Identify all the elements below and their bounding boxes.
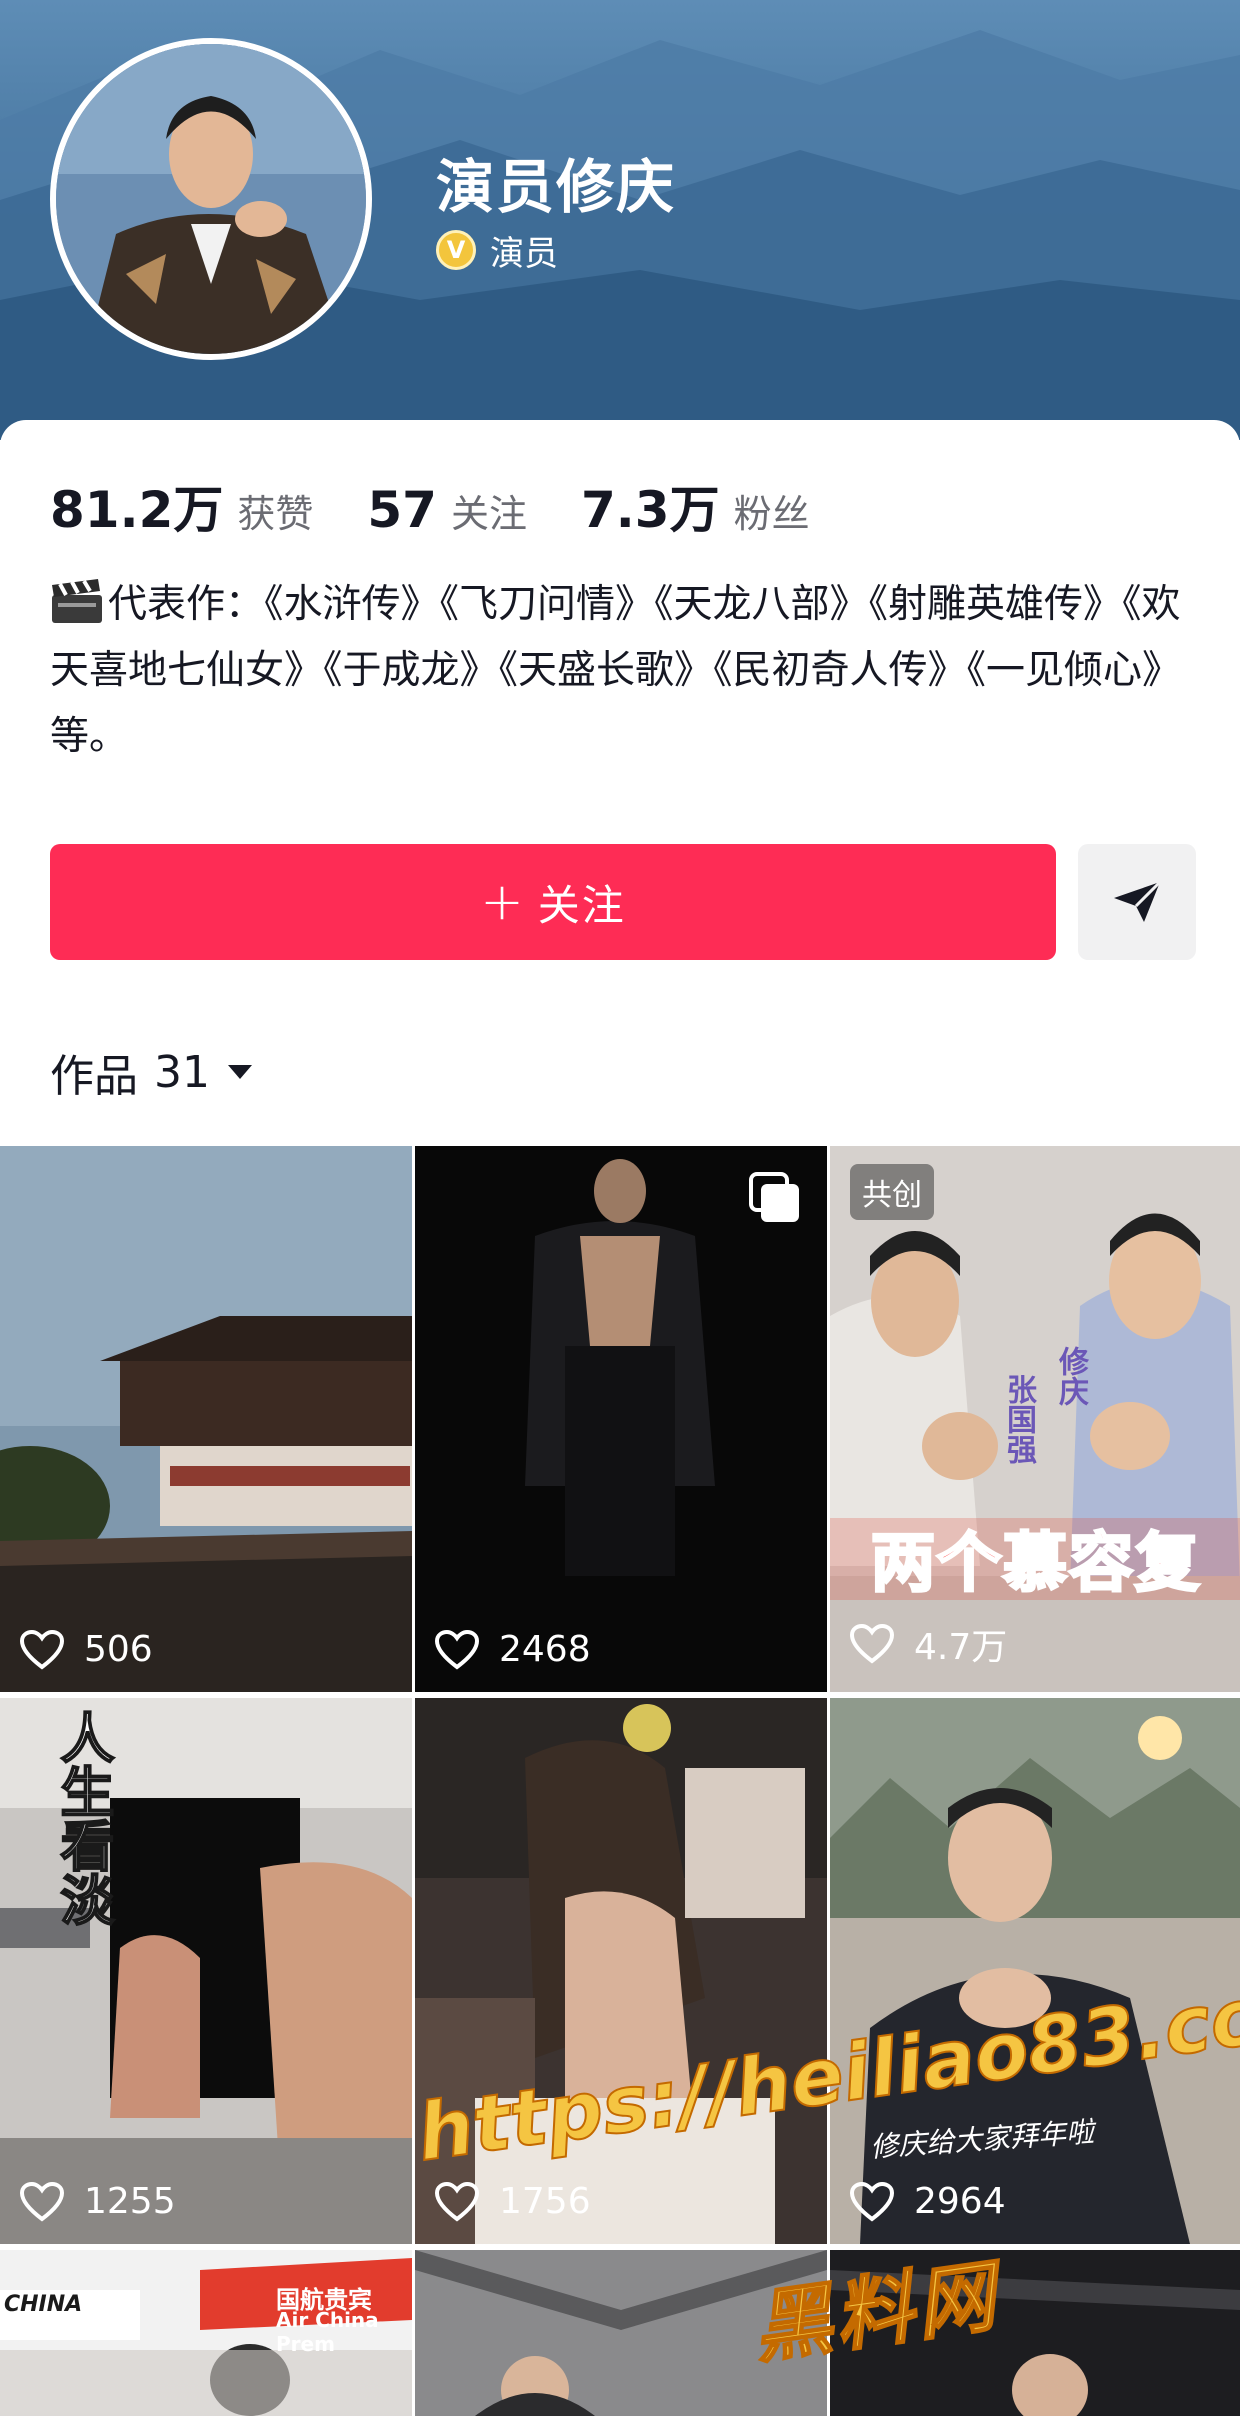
like-count-row: 4.7万 [850,1618,1007,1670]
caret-down-icon [228,1065,252,1079]
plus-icon: + [480,872,526,932]
profile-header: 演员修庆 V 演员 [0,0,1240,440]
stat-followers[interactable]: 7.3万 粉丝 [581,470,810,542]
heart-icon [20,1629,64,1670]
video-sign-subtext: Air China Prem [276,2308,379,2356]
stat-likes-value: 81.2万 [50,481,224,539]
like-count: 2468 [499,1629,591,1670]
like-count: 1255 [84,2181,176,2222]
like-count-row: 1756 [435,2181,591,2222]
profile-card: 81.2万 获赞 57 关注 7.3万 粉丝 代表作：《水浒传》《飞刀问情》《天… [0,420,1240,1140]
video-caption: 人生看淡 [50,1709,115,1927]
like-count: 506 [84,1629,153,1670]
stat-followers-value: 7.3万 [581,481,720,539]
like-count-row: 2468 [435,1629,591,1670]
like-count-row: 2964 [850,2181,1006,2222]
video-tile[interactable]: 506 [0,1146,412,1692]
avatar-image [56,44,366,354]
video-name-tag: 张国强 [1001,1374,1036,1464]
stat-followers-label: 粉丝 [733,492,810,536]
profile-name: 演员修庆 [436,153,677,221]
stat-following-label: 关注 [450,492,527,536]
tab-works-count: 31 [154,1046,210,1098]
video-tile[interactable]: 共创 张国强 修庆 两个慕容复 4.7万 [830,1146,1240,1692]
share-button[interactable] [1078,844,1196,960]
verified-icon: V [436,230,476,270]
heart-icon [435,1629,479,1670]
tab-works-label: 作品 [50,1051,138,1102]
clapperboard-icon [52,579,102,623]
like-count: 2964 [914,2181,1006,2222]
heart-icon [20,2181,64,2222]
multi-image-icon [749,1172,799,1222]
stat-likes-label: 获赞 [237,492,314,536]
cocreate-badge: 共创 [850,1164,934,1220]
video-name-tag: 修庆 [1053,1346,1088,1406]
like-count: 1756 [499,2181,591,2222]
verified-label: 演员 [490,233,558,274]
stat-likes: 81.2万 获赞 [50,470,313,542]
like-count-row: 506 [20,1629,153,1670]
avatar[interactable] [50,38,372,360]
bio-text: 代表作：《水浒传》《飞刀问情》《天龙八部》《射雕英雄传》《欢天喜地七仙女》《于成… [50,582,1182,759]
verification-row: V 演员 [436,226,558,274]
like-count: 4.7万 [914,1627,1008,1668]
heart-icon [850,2181,894,2222]
stat-following-value: 57 [367,481,437,539]
video-thumbnail [0,1146,412,1692]
heart-icon [435,2181,479,2222]
stat-following[interactable]: 57 关注 [367,481,527,539]
follow-button-label: 关注 [537,880,626,930]
follow-button[interactable]: + 关注 [50,844,1056,960]
tab-works[interactable]: 作品 31 [50,1040,252,1104]
video-tile[interactable]: 国航贵宾 Air China Prem CHINA [0,2250,412,2416]
bio: 代表作：《水浒传》《飞刀问情》《天龙八部》《射雕英雄传》《欢天喜地七仙女》《于成… [50,572,1200,770]
like-count-row: 1255 [20,2181,176,2222]
video-overlay-title: 两个慕容复 [870,1526,1201,1603]
stats-row: 81.2万 获赞 57 关注 7.3万 粉丝 [50,470,864,542]
video-thumbnail [415,1146,827,1692]
video-logo-text: CHINA [4,2292,83,2317]
video-tile[interactable]: 修庆给大家拜年啦 2964 [830,1698,1240,2244]
heart-icon [850,1624,894,1664]
video-tile[interactable]: 2468 [415,1146,827,1692]
video-tile[interactable]: 人生看淡 1255 [0,1698,412,2244]
send-icon [1114,880,1162,922]
